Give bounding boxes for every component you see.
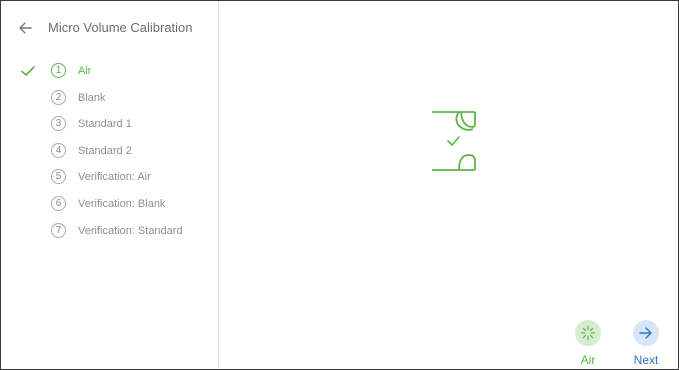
step-label: Verification: Air <box>78 171 151 184</box>
step-blank[interactable]: 2 Blank <box>1 85 218 112</box>
next-button-label: Next <box>633 353 659 367</box>
step-standard-2[interactable]: 4 Standard 2 <box>1 138 218 165</box>
page-title: Micro Volume Calibration <box>48 20 193 35</box>
loading-spinner-icon <box>580 325 596 341</box>
step-verification-standard[interactable]: 7 Verification: Standard <box>1 218 218 245</box>
next-button[interactable]: Next <box>633 320 659 367</box>
step-label: Standard 1 <box>78 118 132 131</box>
step-verification-air[interactable]: 5 Verification: Air <box>1 164 218 191</box>
step-label: Standard 2 <box>78 144 132 157</box>
main-panel: Air Next <box>219 1 678 369</box>
step-label: Verification: Blank <box>78 197 166 210</box>
step-number: 4 <box>51 142 66 158</box>
arrow-left-icon <box>19 22 32 34</box>
step-number: 7 <box>51 222 66 238</box>
step-number: 3 <box>51 116 66 132</box>
step-standard-1[interactable]: 3 Standard 1 <box>1 111 218 138</box>
step-number: 5 <box>51 169 66 185</box>
step-air[interactable]: 1 Air <box>1 58 218 85</box>
next-button-circle[interactable] <box>633 320 659 346</box>
pedestal-air-check-icon <box>432 111 476 171</box>
app-window: Micro Volume Calibration 1 Air 2 Blank 3… <box>0 0 679 370</box>
step-label: Air <box>78 65 92 77</box>
step-label: Verification: Standard <box>78 224 183 237</box>
sidebar: Micro Volume Calibration 1 Air 2 Blank 3… <box>1 1 219 369</box>
step-list: 1 Air 2 Blank 3 Standard 1 4 Standard 2 … <box>1 58 218 244</box>
air-button-circle[interactable] <box>575 320 601 346</box>
step-number: 1 <box>51 63 66 78</box>
sidebar-header: Micro Volume Calibration <box>1 1 218 51</box>
step-verification-blank[interactable]: 6 Verification: Blank <box>1 191 218 218</box>
checkmark-icon <box>21 66 35 76</box>
air-button[interactable]: Air <box>575 320 601 367</box>
air-button-label: Air <box>580 353 596 367</box>
step-label: Blank <box>78 91 106 104</box>
step-number: 6 <box>51 195 66 211</box>
back-button[interactable] <box>15 18 35 38</box>
arrow-right-icon <box>639 327 652 339</box>
step-number: 2 <box>51 89 66 105</box>
